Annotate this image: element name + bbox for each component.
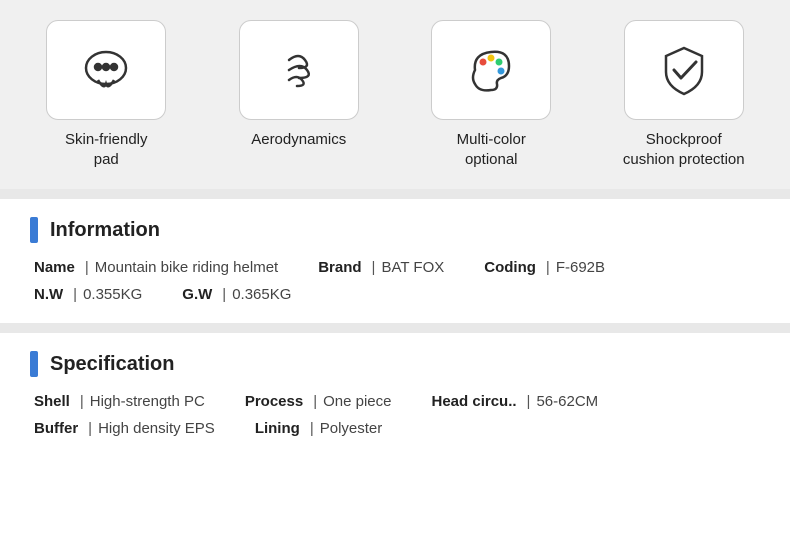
multicolor-icon-box	[431, 20, 551, 120]
brand-field-label: Brand	[318, 259, 361, 276]
information-title-text: Information	[50, 219, 160, 242]
specification-title-text: Specification	[50, 353, 174, 376]
shockproof-icon-box	[624, 20, 744, 120]
shell-field-label: Shell	[34, 393, 70, 410]
info-row-2: N.W | 0.355KG G.W | 0.365KG	[34, 286, 760, 303]
headcirc-field-value: 56-62CM	[536, 393, 598, 410]
feature-shockproof: Shockproofcushion protection	[604, 20, 764, 169]
gw-field-label: G.W	[182, 286, 212, 303]
lining-field-label: Lining	[255, 420, 300, 437]
info-row-1: Name | Mountain bike riding helmet Brand…	[34, 259, 760, 276]
process-field-label: Process	[245, 393, 303, 410]
multicolor-label: Multi-coloroptional	[457, 130, 526, 169]
coding-field-value: F-692B	[556, 259, 605, 276]
brand-field-value: BAT FOX	[381, 259, 444, 276]
information-title: Information	[30, 217, 760, 243]
spec-title-bar	[30, 351, 38, 377]
aerodynamics-icon-box	[239, 20, 359, 120]
section-divider	[0, 189, 790, 199]
aerodynamics-label: Aerodynamics	[251, 130, 346, 150]
coding-field-label: Coding	[484, 259, 536, 276]
info-title-bar	[30, 217, 38, 243]
process-field-value: One piece	[323, 393, 391, 410]
spec-row-1: Shell | High-strength PC Process | One p…	[34, 393, 760, 410]
specification-rows: Shell | High-strength PC Process | One p…	[30, 393, 760, 437]
name-field-label: Name	[34, 259, 75, 276]
buffer-field-value: High density EPS	[98, 420, 215, 437]
shell-field-value: High-strength PC	[90, 393, 205, 410]
gw-field-value: 0.365KG	[232, 286, 291, 303]
spec-row-2: Buffer | High density EPS Lining | Polye…	[34, 420, 760, 437]
nw-field-label: N.W	[34, 286, 63, 303]
lining-field-value: Polyester	[320, 420, 383, 437]
information-section: Information Name | Mountain bike riding …	[0, 199, 790, 323]
shockproof-label: Shockproofcushion protection	[623, 130, 745, 169]
specification-title: Specification	[30, 351, 760, 377]
pad-icon	[76, 40, 136, 100]
feature-skin-friendly: Skin-friendlypad	[26, 20, 186, 169]
nw-field-value: 0.355KG	[83, 286, 142, 303]
features-section: Skin-friendlypad Aerodynamics Mult	[0, 0, 790, 189]
palette-icon	[461, 40, 521, 100]
buffer-field-label: Buffer	[34, 420, 78, 437]
feature-multicolor: Multi-coloroptional	[411, 20, 571, 169]
section-divider-2	[0, 323, 790, 333]
skin-friendly-label: Skin-friendlypad	[65, 130, 148, 169]
name-field-value: Mountain bike riding helmet	[95, 259, 278, 276]
specification-section: Specification Shell | High-strength PC P…	[0, 333, 790, 457]
headcirc-field-label: Head circu..	[432, 393, 517, 410]
shield-icon	[654, 40, 714, 100]
wind-icon	[269, 40, 329, 100]
information-rows: Name | Mountain bike riding helmet Brand…	[30, 259, 760, 303]
feature-aerodynamics: Aerodynamics	[219, 20, 379, 150]
skin-friendly-icon-box	[46, 20, 166, 120]
